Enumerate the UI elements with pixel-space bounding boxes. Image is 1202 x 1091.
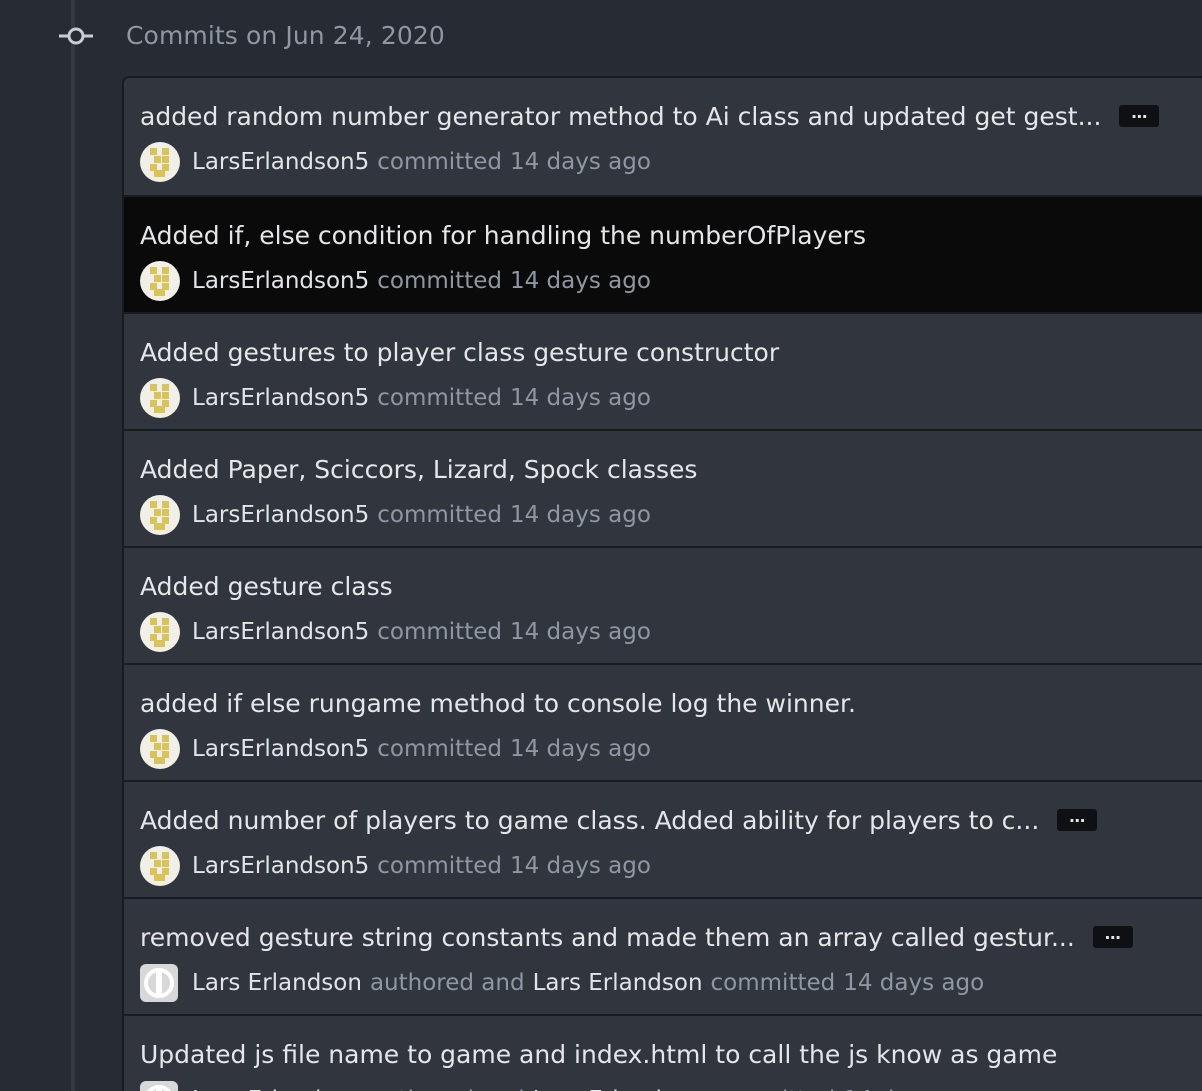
commit-row: Added gesture class LarsErlandson5 committ… xyxy=(124,546,1202,663)
commit-meta: LarsErlandson5 committed 14 days ago xyxy=(140,378,651,418)
commit-author-link[interactable]: LarsErlandson5 xyxy=(192,736,369,762)
commit-message-link[interactable]: Added number of players to game class. A… xyxy=(140,803,1098,839)
commit-meta: LarsErlandson5 committed 14 days ago xyxy=(140,612,651,652)
committed-text: committed xyxy=(710,970,836,996)
commit-meta: LarsErlandson5 committed 14 days ago xyxy=(140,142,651,182)
expand-message-ellipsis-button[interactable]: … xyxy=(1092,926,1133,948)
expand-message-ellipsis-button[interactable]: … xyxy=(1057,809,1098,831)
commit-time: 14 days ago xyxy=(509,385,651,411)
commit-message-link[interactable]: added random number generator method to … xyxy=(140,99,1160,135)
commit-time: 14 days ago xyxy=(509,268,651,294)
commit-time: 14 days ago xyxy=(509,502,651,528)
committed-text: committed xyxy=(377,385,502,411)
commit-message-link[interactable]: removed gesture string constants and mad… xyxy=(140,920,1133,956)
commit-row: added random number generator method to … xyxy=(124,78,1202,195)
commit-list: added random number generator method to … xyxy=(122,76,1202,1091)
commit-author-link[interactable]: LarsErlandson5 xyxy=(192,385,369,411)
committed-text: committed xyxy=(377,268,502,294)
timeline-line xyxy=(71,0,75,1091)
commit-message-link[interactable]: Added gesture class xyxy=(140,569,393,605)
commit-time: 14 days ago xyxy=(843,1087,984,1091)
committed-text: committed xyxy=(377,619,502,645)
identicon-avatar-icon[interactable] xyxy=(140,612,180,652)
commit-meta: LarsErlandson5 committed 14 days ago xyxy=(140,495,651,535)
identicon-avatar-icon[interactable] xyxy=(140,495,180,535)
commit-meta: LarsErlandson5 committed 14 days ago xyxy=(140,261,651,301)
identicon-avatar-icon[interactable] xyxy=(140,261,180,301)
committed-text: committed xyxy=(377,853,502,879)
committer-link[interactable]: Lars Erlandson xyxy=(533,1087,703,1091)
commit-message-text: Added if, else condition for handling th… xyxy=(140,221,867,250)
commit-author-link[interactable]: LarsErlandson5 xyxy=(192,149,369,175)
commit-message-link[interactable]: Updated js file name to game and index.h… xyxy=(140,1037,1057,1073)
commit-meta: LarsErlandson5 committed 14 days ago xyxy=(140,729,651,769)
github-octocat-icon[interactable] xyxy=(140,1081,178,1091)
commit-message-link[interactable]: Added gestures to player class gesture c… xyxy=(140,335,779,371)
commit-message-text: Updated js file name to game and index.h… xyxy=(140,1040,1058,1069)
commit-message-text: Added number of players to game class. A… xyxy=(140,806,1040,835)
authored-text: authored and xyxy=(370,1087,525,1091)
commit-meta: LarsErlandson5 committed 14 days ago xyxy=(140,846,651,886)
commit-row: added if else rungame method to console … xyxy=(124,663,1202,780)
commit-message-text: added random number generator method to … xyxy=(140,102,1102,131)
commit-meta: Lars Erlandson authored and Lars Erlandson… xyxy=(140,963,984,1003)
commit-message-text: added if else rungame method to console … xyxy=(140,689,856,718)
authored-text: authored and xyxy=(369,970,525,996)
identicon-avatar-icon[interactable] xyxy=(140,142,180,182)
commit-message-text: removed gesture string constants and mad… xyxy=(140,923,1075,952)
commit-author-link[interactable]: LarsErlandson5 xyxy=(192,619,369,645)
commit-group-date-heading: Commits on Jun 24, 2020 xyxy=(126,21,445,50)
commit-message-text: Added Paper, Sciccors, Lizard, Spock cla… xyxy=(140,455,698,484)
commit-row: Added Paper, Sciccors, Lizard, Spock cla… xyxy=(124,429,1202,546)
commit-row: Added gestures to player class gesture c… xyxy=(124,312,1202,429)
commit-row: removed gesture string constants and mad… xyxy=(124,897,1202,1014)
commit-author-link[interactable]: LarsErlandson5 xyxy=(192,502,369,528)
commit-meta: Lars Erlandson authored and Lars Erlandson… xyxy=(140,1080,984,1091)
commit-message-link[interactable]: Added if, else condition for handling th… xyxy=(140,218,866,254)
committed-text: committed xyxy=(377,736,502,762)
identicon-avatar-icon[interactable] xyxy=(140,378,180,418)
committed-text: committed xyxy=(377,149,502,175)
commit-message-link[interactable]: Added Paper, Sciccors, Lizard, Spock cla… xyxy=(140,452,697,488)
github-octocat-icon[interactable] xyxy=(140,964,178,1002)
commit-message-link[interactable]: added if else rungame method to console … xyxy=(140,686,856,722)
identicon-avatar-icon[interactable] xyxy=(140,846,180,886)
commit-author-link[interactable]: Lars Erlandson xyxy=(192,970,362,996)
commit-time: 14 days ago xyxy=(843,970,985,996)
committed-text: committed xyxy=(377,502,502,528)
git-commit-icon xyxy=(59,27,93,45)
commit-row: Updated js file name to game and index.h… xyxy=(124,1014,1202,1091)
commit-time: 14 days ago xyxy=(509,736,651,762)
commit-message-text: Added gesture class xyxy=(140,572,393,601)
commit-row: Added if, else condition for handling th… xyxy=(124,195,1202,312)
commit-time: 14 days ago xyxy=(509,149,651,175)
committed-text: committed xyxy=(711,1087,836,1091)
commit-row: Added number of players to game class. A… xyxy=(124,780,1202,897)
commit-author-link[interactable]: LarsErlandson5 xyxy=(192,268,369,294)
identicon-avatar-icon[interactable] xyxy=(140,729,180,769)
commit-author-link[interactable]: Lars Erlandson xyxy=(192,1087,362,1091)
commit-author-link[interactable]: LarsErlandson5 xyxy=(192,853,369,879)
commit-message-text: Added gestures to player class gesture c… xyxy=(140,338,780,367)
expand-message-ellipsis-button[interactable]: … xyxy=(1119,105,1160,127)
commit-time: 14 days ago xyxy=(509,853,651,879)
commit-history-page: Commits on Jun 24, 2020 added random num… xyxy=(0,0,1202,1091)
committer-link[interactable]: Lars Erlandson xyxy=(533,970,703,996)
commit-time: 14 days ago xyxy=(509,619,651,645)
